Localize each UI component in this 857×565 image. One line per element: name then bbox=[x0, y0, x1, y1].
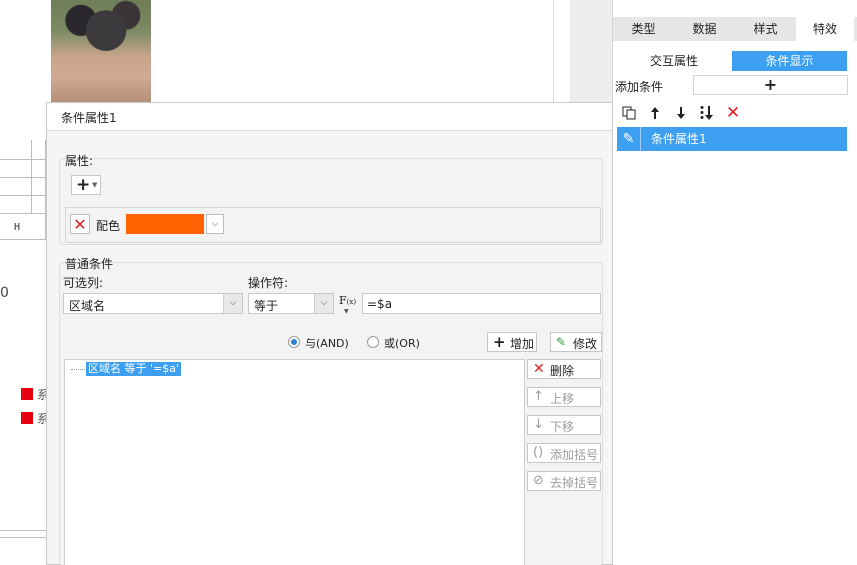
operator-field-label: 操作符: bbox=[248, 276, 289, 290]
subtab-interaction[interactable]: 交互属性 bbox=[617, 51, 731, 71]
condition-tree[interactable]: 区域名 等于 '=$a' bbox=[64, 359, 525, 565]
copy-icon[interactable] bbox=[619, 103, 639, 123]
legend-item: 系 bbox=[21, 387, 49, 402]
condition-list-item-label: 条件属性1 bbox=[651, 132, 707, 146]
dialog-title: 条件属性1 bbox=[61, 111, 117, 125]
condition-value-input[interactable]: =$a bbox=[362, 293, 601, 314]
add-condition-button[interactable]: + bbox=[693, 75, 848, 95]
sort-icon[interactable] bbox=[697, 103, 717, 123]
remove-bracket-label: 去掉括号 bbox=[550, 476, 599, 490]
dialog-title-bar: 条件属性1 bbox=[47, 103, 612, 131]
chevron-down-icon: ⌵ bbox=[314, 294, 333, 313]
legend-swatch bbox=[21, 388, 33, 400]
condition-value-text: =$a bbox=[367, 297, 393, 311]
color-dropdown-button[interactable]: ⌵ bbox=[206, 214, 224, 234]
add-bracket-button[interactable]: () 添加括号 bbox=[527, 443, 601, 463]
condition-attribute-dialog: 条件属性1 属性: + ▼ ✕ 配色 ⌵ 普通条件 可选列: 区域名 ⌵ 操作符… bbox=[46, 102, 613, 565]
tab-effects[interactable]: 特效 bbox=[796, 17, 854, 41]
arrow-up-icon: ↑ bbox=[533, 389, 544, 404]
legend-item: 系 bbox=[21, 411, 49, 426]
color-swatch[interactable] bbox=[126, 214, 204, 234]
tree-connector bbox=[71, 369, 85, 370]
property-label: 配色 bbox=[96, 219, 121, 233]
add-bracket-icon: () bbox=[533, 445, 544, 460]
column-header-h: H bbox=[14, 222, 21, 233]
tab-type[interactable]: 类型 bbox=[613, 17, 674, 41]
property-group-label: 属性: bbox=[65, 154, 94, 168]
condition-toolbar: ✕ bbox=[619, 103, 759, 123]
condition-tree-node[interactable]: 区域名 等于 '=$a' bbox=[86, 362, 181, 376]
blackberries-photo bbox=[51, 0, 151, 102]
radio-or-label: 或(OR) bbox=[384, 337, 420, 350]
spreadsheet-grid bbox=[0, 140, 46, 240]
add-property-button[interactable]: + ▼ bbox=[71, 175, 101, 195]
condition-list-item[interactable]: ✎ 条件属性1 bbox=[617, 127, 847, 151]
move-up-label: 上移 bbox=[550, 392, 575, 406]
move-down-button[interactable]: ↓ 下移 bbox=[527, 415, 601, 435]
edit-icon[interactable]: ✎ bbox=[617, 127, 641, 151]
delete-icon: ✕ bbox=[533, 361, 545, 377]
column-select-value: 区域名 bbox=[69, 299, 106, 313]
arrow-down-icon: ↓ bbox=[533, 417, 544, 432]
canvas-line bbox=[0, 537, 46, 538]
tab-data[interactable]: 数据 bbox=[674, 17, 735, 41]
legend-swatch bbox=[21, 412, 33, 424]
plus-icon: + bbox=[763, 75, 778, 94]
radio-or-circle bbox=[367, 336, 379, 348]
add-condition-label: 添加条件 bbox=[615, 80, 664, 94]
tab-style[interactable]: 样式 bbox=[735, 17, 796, 41]
plus-icon: + bbox=[76, 175, 91, 195]
add-condition-label: 增加 bbox=[510, 337, 535, 351]
radio-and[interactable]: 与(AND) bbox=[288, 334, 358, 350]
chevron-down-icon: ▼ bbox=[92, 181, 98, 189]
canvas-divider bbox=[553, 0, 554, 102]
add-condition-button[interactable]: + 增加 bbox=[487, 332, 537, 352]
property-row-color: ✕ 配色 ⌵ bbox=[65, 207, 601, 243]
delete-condition-button[interactable]: ✕ 删除 bbox=[527, 359, 601, 379]
subtab-conditional-display[interactable]: 条件显示 bbox=[732, 51, 847, 71]
arrow-up-icon[interactable] bbox=[645, 103, 665, 123]
radio-or[interactable]: 或(OR) bbox=[367, 334, 427, 350]
column-field-label: 可选列: bbox=[63, 276, 104, 290]
move-up-button[interactable]: ↑ 上移 bbox=[527, 387, 601, 407]
chevron-down-icon: ⌵ bbox=[211, 219, 219, 229]
radio-and-label: 与(AND) bbox=[305, 337, 349, 350]
operator-select[interactable]: 等于 ⌵ bbox=[248, 293, 334, 314]
radio-and-circle bbox=[288, 336, 300, 348]
right-property-panel: 类型 数据 样式 特效 交互属性 条件显示 添加条件 + ✕ ✎ 条件属性1 bbox=[612, 0, 857, 565]
modify-icon: ✎ bbox=[556, 335, 567, 349]
close-icon: ✕ bbox=[73, 215, 87, 234]
plus-icon: + bbox=[493, 333, 506, 351]
panel-tabs: 类型 数据 样式 特效 bbox=[613, 17, 857, 41]
axis-zero-label: 0 bbox=[0, 285, 9, 301]
canvas-line bbox=[0, 530, 46, 531]
remove-bracket-icon: ⊘ bbox=[533, 473, 544, 488]
chevron-down-icon: ⌵ bbox=[223, 294, 242, 313]
effects-subtabs: 交互属性 条件显示 bbox=[617, 51, 850, 71]
remove-property-button[interactable]: ✕ bbox=[70, 214, 90, 234]
remove-bracket-button[interactable]: ⊘ 去掉括号 bbox=[527, 471, 601, 491]
normal-condition-label: 普通条件 bbox=[65, 257, 114, 271]
modify-condition-label: 修改 bbox=[573, 337, 598, 351]
formula-icon[interactable]: F(x) ▼ bbox=[339, 294, 359, 315]
delete-icon[interactable]: ✕ bbox=[723, 103, 743, 123]
modify-condition-button[interactable]: ✎ 修改 bbox=[550, 332, 602, 352]
add-bracket-label: 添加括号 bbox=[550, 448, 599, 462]
column-select[interactable]: 区域名 ⌵ bbox=[63, 293, 243, 314]
operator-select-value: 等于 bbox=[254, 299, 279, 313]
delete-condition-label: 删除 bbox=[550, 364, 575, 378]
move-down-label: 下移 bbox=[550, 420, 575, 434]
arrow-down-icon[interactable] bbox=[671, 103, 691, 123]
